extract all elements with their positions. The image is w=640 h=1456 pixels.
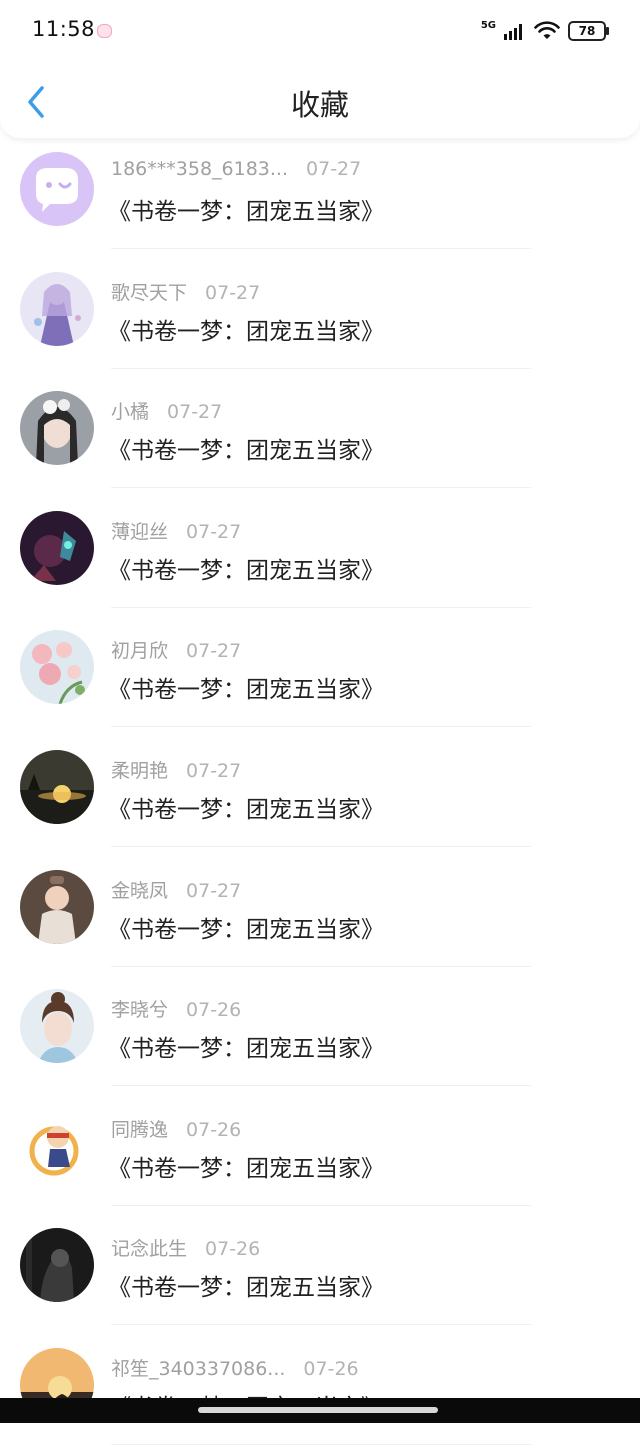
avatar[interactable] <box>20 749 94 824</box>
item-date: 07-27 <box>205 281 261 304</box>
list-item[interactable]: 祁笙_340337086...07-26《书卷一梦：团宠五当家》 <box>0 1336 640 1456</box>
woman-portrait-avatar <box>20 989 94 1064</box>
status-bar: 11:58 5G 78 <box>0 0 640 64</box>
user-name: 186***358_6183... <box>111 158 289 180</box>
item-title[interactable]: 《书卷一梦：团宠五当家》 <box>108 192 384 226</box>
divider <box>111 1443 531 1445</box>
home-indicator[interactable] <box>198 1407 438 1413</box>
chat-bubble-avatar <box>20 152 94 226</box>
item-meta: 歌尽天下 07-27 <box>111 278 260 305</box>
user-name: 柔明艳 <box>111 759 169 782</box>
divider <box>111 367 531 369</box>
avatar[interactable] <box>20 1108 94 1183</box>
item-meta: 小橘 07-27 <box>111 397 222 424</box>
item-title[interactable]: 《书卷一梦：团宠五当家》 <box>108 431 384 465</box>
avatar[interactable] <box>20 989 94 1064</box>
item-title[interactable]: 《书卷一梦：团宠五当家》 <box>108 551 384 585</box>
item-meta: 初月欣 07-27 <box>111 636 241 663</box>
list-item[interactable]: 同腾逸 07-26 《书卷一梦：团宠五当家》 <box>0 1097 640 1217</box>
item-date: 07-27 <box>186 759 242 782</box>
item-meta: 祁笙_340337086... 07-26 <box>111 1354 359 1381</box>
user-name: 初月欣 <box>111 640 169 663</box>
cartoon-avatar <box>20 1108 94 1183</box>
item-date: 07-27 <box>186 520 242 543</box>
divider <box>111 248 531 249</box>
user-name: 金晓凤 <box>111 879 169 902</box>
user-name: 小橘 <box>111 401 150 424</box>
item-meta: 薄迎丝 07-27 <box>111 517 241 544</box>
item-date: 07-26 <box>186 1118 242 1141</box>
network-type-label: 5G <box>480 19 496 31</box>
wifi-icon <box>534 21 560 39</box>
item-title[interactable]: 《书卷一梦：团宠五当家》 <box>108 910 384 944</box>
anime-girl-avatar <box>20 271 94 346</box>
item-date: 07-26 <box>186 999 242 1022</box>
item-date: 07-27 <box>186 879 242 902</box>
header: 收藏 <box>0 64 640 138</box>
list-item[interactable]: 记念此生 07-26 《书卷一梦：团宠五当家》 <box>0 1216 640 1336</box>
game-character-avatar <box>20 510 94 585</box>
avatar[interactable] <box>20 1228 94 1303</box>
item-date: 07-27 <box>306 158 362 180</box>
user-name: 同腾逸 <box>111 1118 169 1141</box>
page-title: 收藏 <box>290 88 349 122</box>
battery-indicator: 78 <box>568 21 609 41</box>
avatar[interactable] <box>20 869 94 944</box>
list-item[interactable]: 186***358_6183... 07-27 《书卷一梦：团宠五当家》 <box>0 140 640 260</box>
item-title[interactable]: 《书卷一梦：团宠五当家》 <box>108 1149 384 1183</box>
divider <box>111 965 531 967</box>
item-title[interactable]: 《书卷一梦：团宠五当家》 <box>108 1029 384 1063</box>
baby-avatar <box>20 869 94 944</box>
avatar[interactable] <box>20 391 94 466</box>
user-name: 记念此生 <box>111 1238 188 1261</box>
divider <box>111 606 531 608</box>
user-name: 薄迎丝 <box>111 520 169 543</box>
item-meta: 李晓兮 07-26 <box>111 995 241 1022</box>
list-item[interactable]: 小橘 07-27 《书卷一梦：团宠五当家》 <box>0 379 640 499</box>
flowers-avatar <box>20 630 94 705</box>
user-name: 歌尽天下 <box>111 281 188 304</box>
divider <box>111 1324 531 1326</box>
divider <box>111 487 531 489</box>
item-date: 07-26 <box>205 1238 261 1261</box>
notification-icon <box>97 24 112 38</box>
status-icons: 5G 78 <box>480 19 609 43</box>
divider <box>111 1085 531 1087</box>
status-time: 11:58 <box>32 17 96 41</box>
item-title[interactable]: 《书卷一梦：团宠五当家》 <box>108 790 384 824</box>
list-item[interactable]: 薄迎丝 07-27 《书卷一梦：团宠五当家》 <box>0 499 640 619</box>
list-item[interactable]: 金晓凤 07-27 《书卷一梦：团宠五当家》 <box>0 858 640 978</box>
divider <box>111 845 531 847</box>
avatar[interactable] <box>20 271 94 346</box>
item-meta: 同腾逸 07-26 <box>111 1115 241 1142</box>
list-item[interactable]: 初月欣 07-27 《书卷一梦：团宠五当家》 <box>0 618 640 738</box>
divider <box>111 726 531 728</box>
item-meta: 柔明艳 07-27 <box>111 756 241 783</box>
item-title[interactable]: 《书卷一梦：团宠五当家》 <box>108 670 384 704</box>
user-name: 李晓兮 <box>111 999 169 1022</box>
item-meta: 金晓凤 07-27 <box>111 876 241 903</box>
item-title[interactable]: 《书卷一梦：团宠五当家》 <box>108 1268 384 1302</box>
navigation-bar <box>0 1398 640 1423</box>
favorites-list: 186***358_6183... 07-27 《书卷一梦：团宠五当家》 歌尽天下 07… <box>0 140 640 1456</box>
user-name: 祁笙_340337086... <box>111 1357 286 1380</box>
avatar[interactable] <box>20 630 94 705</box>
dark-portrait-avatar <box>20 1228 94 1303</box>
item-meta: 记念此生 07-26 <box>111 1234 260 1261</box>
avatar[interactable] <box>20 510 94 585</box>
list-item[interactable]: 歌尽天下 07-27 《书卷一梦：团宠五当家》 <box>0 260 640 380</box>
divider <box>111 1204 531 1206</box>
signal-icon <box>504 24 522 40</box>
avatar[interactable] <box>20 152 94 226</box>
portrait-avatar <box>20 391 94 466</box>
item-title[interactable]: 《书卷一梦：团宠五当家》 <box>108 312 384 346</box>
item-date: 07-27 <box>167 401 223 424</box>
list-item[interactable]: 李晓兮 07-26 《书卷一梦：团宠五当家》 <box>0 977 640 1097</box>
sunset-avatar <box>20 749 94 824</box>
list-item[interactable]: 柔明艳 07-27 《书卷一梦：团宠五当家》 <box>0 738 640 858</box>
item-date: 07-26 <box>303 1357 359 1380</box>
item-meta: 186***358_6183... 07-27 <box>111 158 361 180</box>
item-date: 07-27 <box>186 640 242 663</box>
